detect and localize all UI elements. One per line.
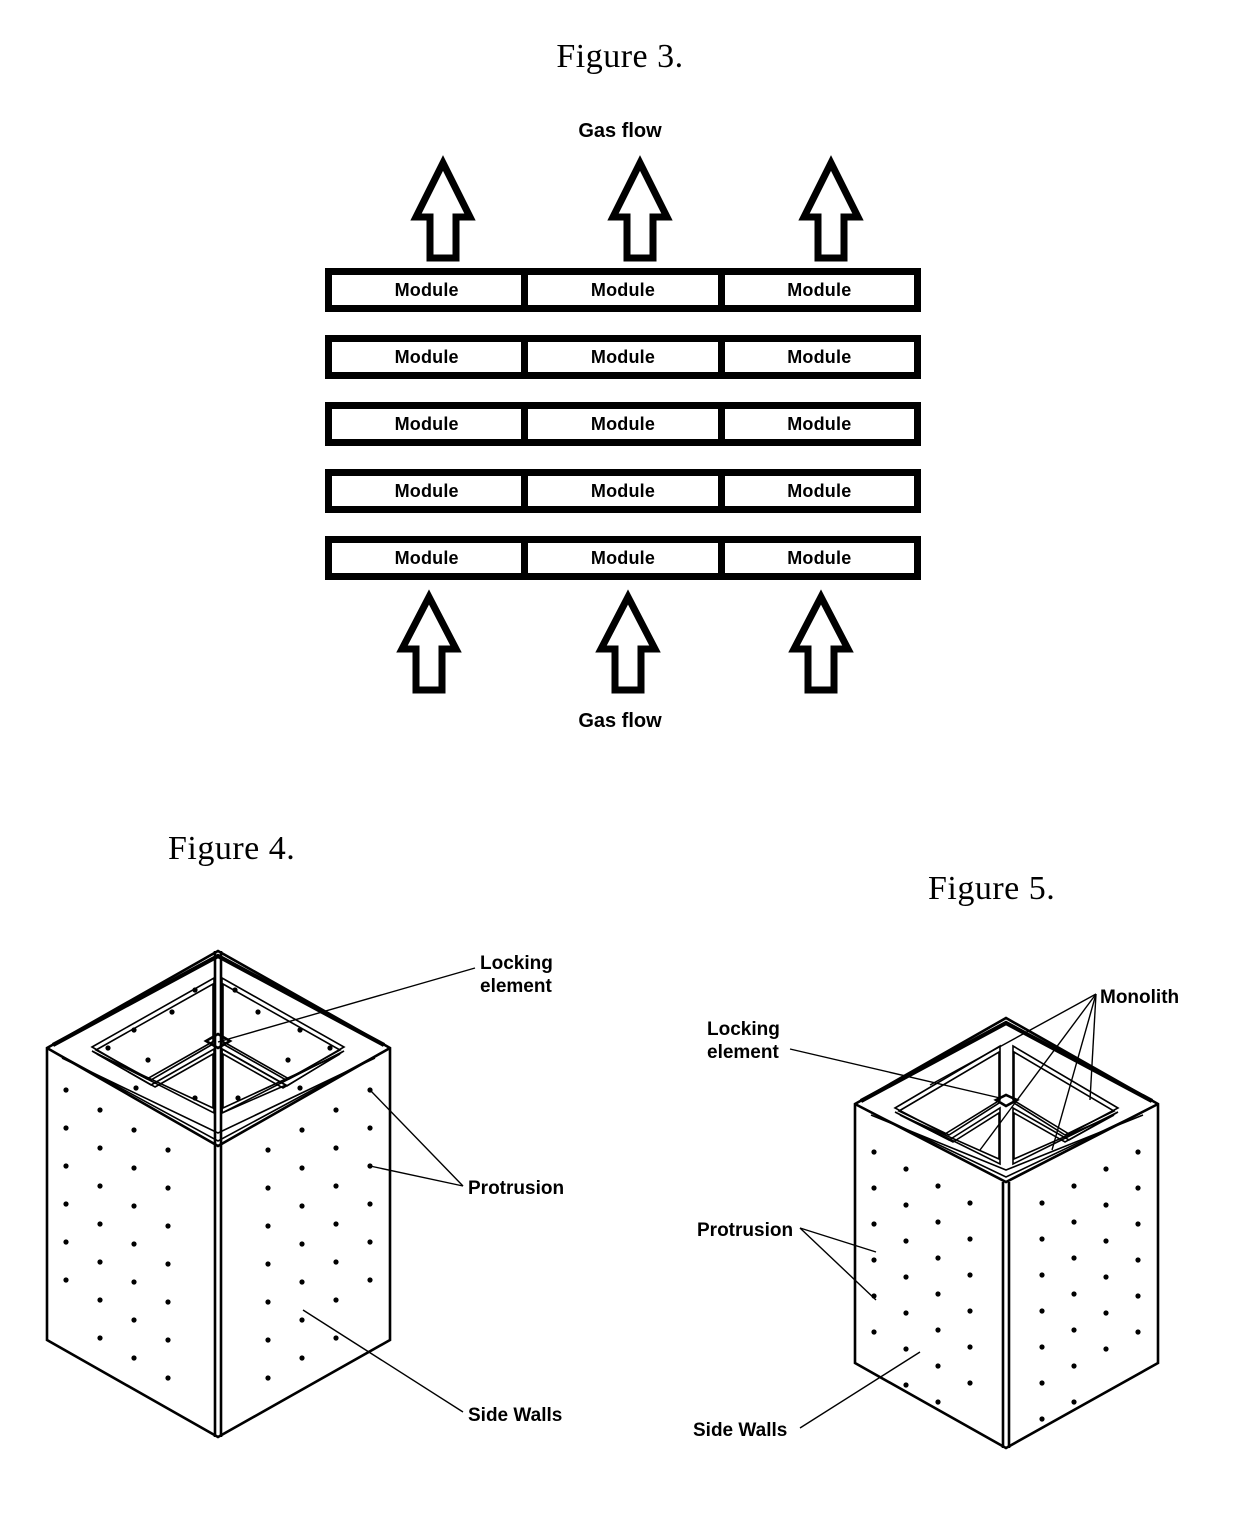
module-cell: Module — [528, 275, 718, 305]
gas-flow-bottom-label: Gas flow — [578, 710, 662, 732]
figure-artwork-layer — [45, 155, 1160, 1450]
figure-5-side-walls-label: Side Walls — [693, 1420, 788, 1441]
figure-4-protrusion-label: Protrusion — [468, 1178, 565, 1199]
module-cell: Module — [528, 342, 718, 372]
table-row: Module Module Module — [325, 268, 921, 312]
module-cell: Module — [528, 476, 718, 506]
module-cell: Module — [528, 543, 718, 573]
figure-4-protrusions-left — [63, 1087, 171, 1381]
module-cell: Module — [528, 409, 718, 439]
figure-3-caption: Figure 3. — [556, 38, 684, 75]
gas-flow-arrow-top-center — [607, 155, 673, 262]
module-cell: Module — [724, 342, 914, 372]
figure-5-protrusions-left — [871, 1149, 973, 1405]
module-cell: Module — [332, 275, 522, 305]
figure-4-prism — [45, 949, 476, 1439]
figure-5-protrusion-label: Protrusion — [697, 1220, 794, 1241]
figure-4-protrusions-right — [265, 1087, 373, 1381]
gas-flow-arrow-bottom-right — [788, 589, 854, 694]
module-cell: Module — [332, 409, 522, 439]
gas-flow-arrow-bottom-center — [595, 589, 661, 694]
figure-3-module-stack: Module Module Module Module Module Modul… — [325, 268, 921, 603]
figure-5-protrusions-right — [1039, 1149, 1141, 1422]
table-row: Module Module Module — [325, 536, 921, 580]
module-cell: Module — [724, 543, 914, 573]
module-cell: Module — [724, 476, 914, 506]
figure-4-caption: Figure 4. — [168, 830, 296, 867]
gas-flow-top-label: Gas flow — [578, 120, 662, 142]
module-cell: Module — [332, 476, 522, 506]
figure-4-side-walls-label: Side Walls — [468, 1405, 563, 1426]
figure-4-protrusions-top — [105, 987, 333, 1101]
figure-5-prism — [789, 993, 1160, 1450]
module-cell: Module — [332, 543, 522, 573]
module-cell: Module — [724, 409, 914, 439]
figure-5-caption: Figure 5. — [928, 870, 1056, 907]
gas-flow-arrow-top-left — [410, 155, 476, 262]
table-row: Module Module Module — [325, 469, 921, 513]
gas-flow-arrow-top-right — [798, 155, 864, 262]
figure-5-locking-element-label: Locking element — [707, 1019, 780, 1063]
table-row: Module Module Module — [325, 402, 921, 446]
figure-5-monolith-label: Monolith — [1100, 987, 1180, 1008]
module-cell: Module — [724, 275, 914, 305]
table-row: Module Module Module — [325, 335, 921, 379]
module-cell: Module — [332, 342, 522, 372]
gas-flow-arrow-bottom-left — [396, 589, 462, 694]
figure-4-locking-element-label: Locking element — [480, 953, 553, 997]
